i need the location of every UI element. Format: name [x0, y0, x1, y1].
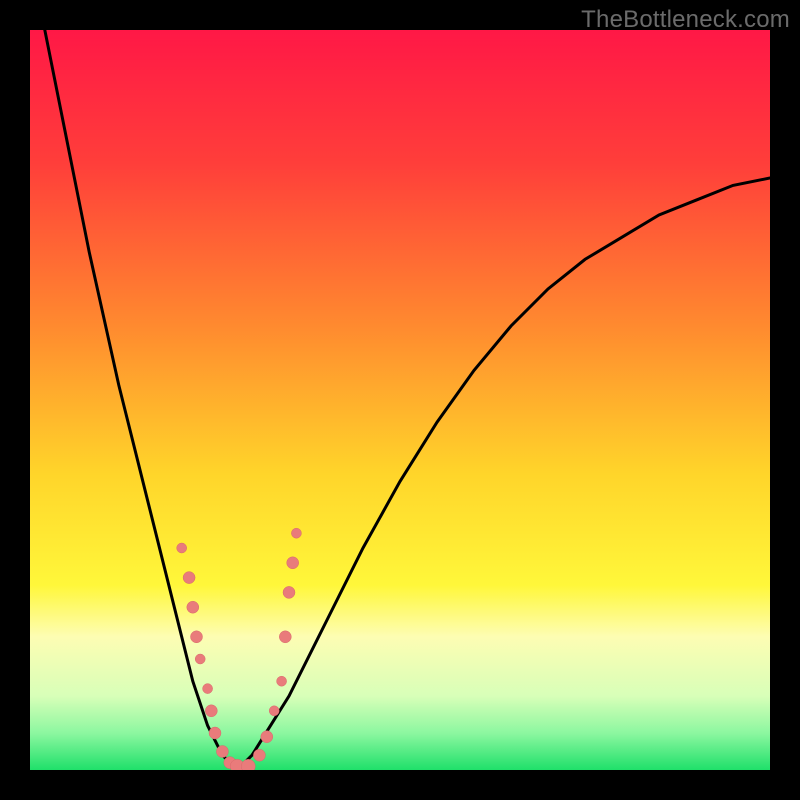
data-marker — [269, 706, 279, 716]
data-marker — [191, 631, 203, 643]
data-marker — [241, 759, 255, 770]
data-marker — [279, 631, 291, 643]
data-marker — [277, 676, 287, 686]
data-marker — [205, 705, 217, 717]
data-marker — [287, 557, 299, 569]
data-marker — [177, 543, 187, 553]
data-marker — [195, 654, 205, 664]
data-marker — [261, 731, 273, 743]
outer-frame: TheBottleneck.com — [0, 0, 800, 800]
plot-region — [30, 30, 770, 770]
bottleneck-curve — [30, 30, 770, 770]
data-marker — [253, 749, 265, 761]
data-marker — [216, 746, 228, 758]
data-marker — [291, 528, 301, 538]
data-marker — [187, 601, 199, 613]
data-marker — [183, 572, 195, 584]
data-marker — [203, 684, 213, 694]
data-marker — [283, 586, 295, 598]
data-marker — [209, 727, 221, 739]
